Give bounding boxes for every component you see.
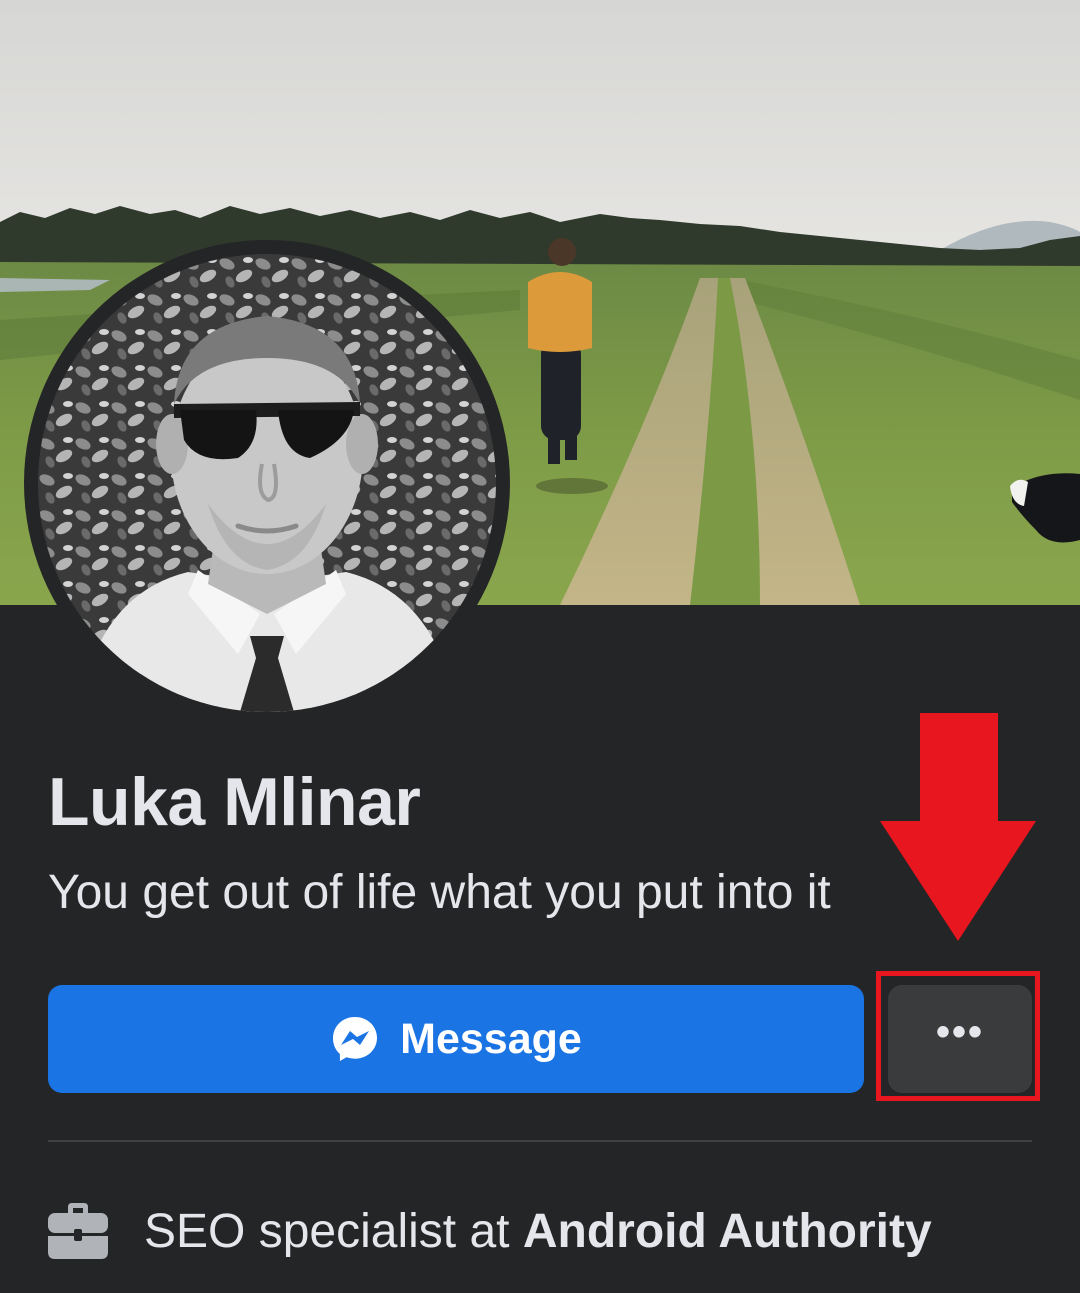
messenger-icon xyxy=(333,1017,378,1061)
annotation-arrow xyxy=(880,713,1036,941)
annotation-highlight-box xyxy=(876,971,1040,1101)
briefcase-icon xyxy=(48,1203,108,1259)
work-title: SEO specialist at xyxy=(144,1204,523,1258)
profile-picture[interactable] xyxy=(38,254,496,712)
section-divider xyxy=(48,1140,1032,1142)
work-info-row: SEO specialist at Android Authority xyxy=(48,1196,932,1266)
work-company-link[interactable]: Android Authority xyxy=(523,1205,932,1258)
profile-bio: You get out of life what you put into it xyxy=(48,866,831,919)
message-button[interactable]: Message xyxy=(48,985,864,1093)
profile-name: Luka Mlinar xyxy=(48,764,421,840)
work-text: SEO specialist at Android Authority xyxy=(144,1204,932,1259)
profile-picture-image xyxy=(38,254,496,712)
message-button-label: Message xyxy=(400,1014,582,1063)
profile-page: Luka Mlinar You get out of life what you… xyxy=(0,0,1080,1293)
